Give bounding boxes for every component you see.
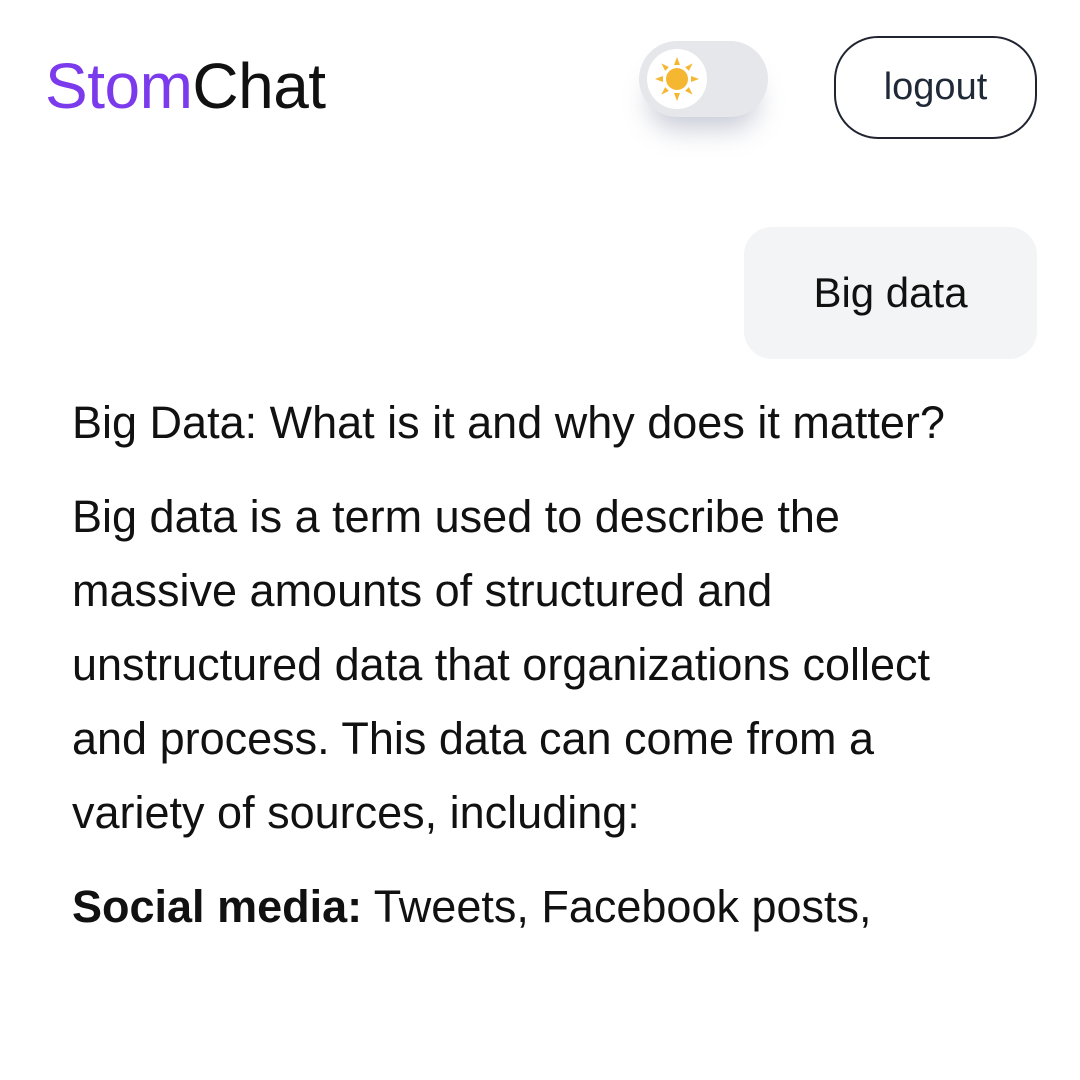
theme-toggle[interactable]	[639, 41, 768, 117]
sun-icon	[655, 57, 699, 101]
app-header: StomChat logout	[0, 0, 1080, 170]
brand-accent-text: Stom	[45, 50, 193, 122]
assistant-list-item: Social media: Tweets, Facebook posts,	[72, 870, 1012, 944]
user-message-text: Big data	[813, 269, 968, 316]
assistant-heading: Big Data: What is it and why does it mat…	[72, 397, 945, 448]
list-item-text: Tweets, Facebook posts,	[362, 881, 872, 932]
assistant-message: Big Data: What is it and why does it mat…	[72, 386, 1012, 964]
chat-page: StomChat logout Big data Big Data: What …	[0, 0, 1080, 1080]
user-message-bubble: Big data	[744, 227, 1037, 359]
assistant-paragraph: Big data is a term used to describe the …	[72, 491, 931, 838]
logout-button[interactable]: logout	[834, 36, 1037, 139]
app-logo: StomChat	[45, 50, 326, 122]
toggle-knob	[647, 49, 707, 109]
brand-main-text: Chat	[192, 50, 326, 122]
list-item-label: Social media:	[72, 881, 363, 932]
